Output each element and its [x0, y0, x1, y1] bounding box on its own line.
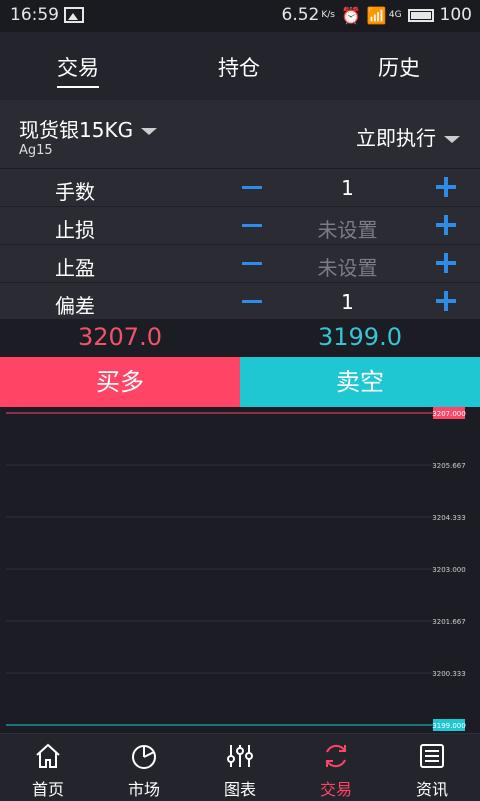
tab-positions[interactable]: 持仓: [218, 52, 260, 82]
status-bar: 16:59 6.52 K/s ⏰ 📶 4G 100: [0, 0, 480, 32]
lots-label: 手数: [55, 180, 95, 204]
deviation-minus-button[interactable]: [242, 300, 262, 303]
bottom-nav: 首页 市场 图表 交易 资讯: [0, 733, 480, 801]
nav-market[interactable]: 市场: [96, 734, 192, 801]
y-tick-label: 3199.000: [432, 722, 465, 730]
speed-unit: K/s: [321, 10, 335, 20]
y-tick-label: 3205.667: [432, 462, 465, 470]
lots-minus-button[interactable]: [242, 186, 262, 189]
lots-value[interactable]: 1: [290, 176, 405, 200]
tab-trade[interactable]: 交易: [57, 52, 99, 88]
take-profit-label: 止盈: [55, 256, 95, 280]
take-profit-value[interactable]: 未设置: [290, 252, 405, 281]
y-tick-label: 3207.000: [432, 410, 465, 418]
y-tick-label: 3203.000: [432, 566, 465, 574]
nav-trade[interactable]: 交易: [288, 734, 384, 801]
stop-loss-label: 止损: [55, 218, 95, 242]
nav-chart[interactable]: 图表: [192, 734, 288, 801]
stop-loss-value[interactable]: 未设置: [290, 214, 405, 243]
order-form: 手数 1 止损 未设置 止盈 未设置 偏差 1: [0, 169, 480, 321]
home-icon: [36, 743, 60, 768]
nav-home-label: 首页: [31, 780, 64, 799]
tab-history[interactable]: 历史: [378, 52, 420, 82]
pie-chart-icon: [132, 745, 156, 769]
lots-row: 手数 1: [0, 169, 480, 207]
deviation-value[interactable]: 1: [290, 290, 405, 314]
sell-short-button[interactable]: 卖空: [240, 357, 480, 407]
stop-loss-row: 止损 未设置: [0, 207, 480, 245]
take-profit-row: 止盈 未设置: [0, 245, 480, 283]
network-type: 4G: [388, 10, 402, 20]
product-selector: 现货银15KG Ag15 立即执行: [0, 100, 480, 169]
refresh-icon: [326, 744, 346, 768]
sell-price: 3199.0: [318, 323, 402, 351]
lots-plus-button[interactable]: [436, 177, 456, 197]
y-tick-label: 3204.333: [432, 514, 465, 522]
stop-loss-minus-button[interactable]: [242, 224, 262, 227]
order-mode-dropdown[interactable]: 立即执行: [356, 122, 460, 151]
nav-market-label: 市场: [127, 780, 160, 799]
alarm-icon: ⏰: [341, 5, 361, 25]
product-name: 现货银15KG: [19, 118, 134, 142]
stop-loss-plus-button[interactable]: [436, 215, 456, 235]
nav-news[interactable]: 资讯: [384, 734, 480, 801]
network-speed: 6.52: [281, 5, 320, 25]
price-chart: 3207.000 3205.667 3204.333 3203.000 3201.667…: [0, 407, 480, 733]
nav-chart-label: 图表: [223, 780, 256, 799]
wifi-icon: 📶: [366, 5, 387, 25]
y-tick-label: 3200.333: [432, 670, 465, 678]
battery-icon: [407, 8, 434, 22]
nav-trade-label: 交易: [319, 780, 352, 799]
price-bar: 3207.0 3199.0: [0, 319, 480, 357]
news-icon: [420, 744, 444, 768]
battery-level: 100: [439, 5, 472, 25]
chevron-down-icon: [444, 136, 460, 143]
deviation-row: 偏差 1: [0, 283, 480, 321]
status-right: 6.52 K/s ⏰ 📶 4G 100: [282, 5, 472, 25]
buy-price: 3207.0: [78, 323, 162, 351]
sliders-icon: [227, 745, 253, 767]
buy-long-button[interactable]: 买多: [0, 357, 240, 407]
nav-news-label: 资讯: [415, 780, 448, 799]
product-code: Ag15: [19, 143, 53, 158]
deviation-label: 偏差: [55, 294, 95, 318]
take-profit-plus-button[interactable]: [436, 253, 456, 273]
chevron-down-icon: [141, 128, 158, 135]
deviation-plus-button[interactable]: [436, 291, 456, 311]
product-dropdown[interactable]: 现货银15KG: [19, 114, 158, 143]
status-time: 16:59: [10, 5, 59, 25]
take-profit-minus-button[interactable]: [242, 262, 262, 265]
order-mode-label: 立即执行: [356, 126, 436, 150]
nav-home[interactable]: 首页: [0, 734, 96, 801]
price-chart-svg: 3207.000 3205.667 3204.333 3203.000 3201.667…: [6, 407, 466, 731]
top-tabs: 交易 持仓 历史: [0, 32, 480, 100]
y-tick-label: 3201.667: [432, 618, 465, 626]
image-notification-icon: [64, 7, 84, 23]
